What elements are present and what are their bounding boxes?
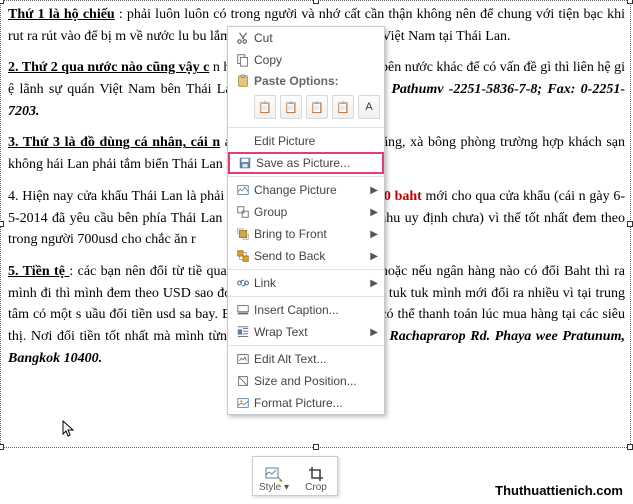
menu-size-position[interactable]: Size and Position... [228, 370, 384, 392]
wrap-text-icon [232, 325, 254, 339]
copy-icon [232, 53, 254, 67]
paste-options-header: Paste Options: [228, 71, 384, 91]
context-menu: Cut Copy Paste Options: 📋 📋 📋 📋 A Edit P… [227, 26, 385, 415]
menu-link[interactable]: Link▶ [228, 272, 384, 294]
menu-change-picture[interactable]: Change Picture▶ [228, 179, 384, 201]
menu-edit-alt-text[interactable]: Edit Alt Text... [228, 348, 384, 370]
send-back-icon [232, 249, 254, 263]
menu-cut[interactable]: Cut [228, 27, 384, 49]
mini-toolbar: Style ▾ Crop [252, 456, 338, 496]
menu-bring-to-front[interactable]: Bring to Front▶ [228, 223, 384, 245]
watermark: Thuthuattienich.com [495, 483, 623, 498]
menu-format-picture[interactable]: Format Picture... [228, 392, 384, 414]
resize-handle[interactable] [627, 444, 633, 450]
alt-text-icon [232, 352, 254, 366]
menu-edit-picture[interactable]: Edit Picture [228, 130, 384, 152]
menu-insert-caption[interactable]: Insert Caption... [228, 299, 384, 321]
change-picture-icon [232, 183, 254, 197]
menu-save-as-picture[interactable]: Save as Picture... [228, 152, 384, 174]
resize-handle[interactable] [0, 444, 4, 450]
link-icon [232, 276, 254, 290]
paste-option-4[interactable]: 📋 [332, 95, 354, 119]
mouse-cursor [62, 420, 76, 438]
save-icon [234, 156, 256, 170]
paste-option-1[interactable]: 📋 [254, 95, 276, 119]
paste-option-2[interactable]: 📋 [280, 95, 302, 119]
menu-send-to-back[interactable]: Send to Back▶ [228, 245, 384, 267]
menu-copy[interactable]: Copy [228, 49, 384, 71]
crop-icon [308, 466, 324, 482]
paste-option-5[interactable]: A [358, 95, 380, 119]
resize-handle[interactable] [313, 444, 319, 450]
size-icon [232, 374, 254, 388]
style-button[interactable]: Style ▾ [253, 457, 295, 495]
style-icon [265, 466, 283, 482]
paste-icon [232, 74, 254, 88]
caption-icon [232, 303, 254, 317]
crop-button[interactable]: Crop [295, 457, 337, 495]
menu-wrap-text[interactable]: Wrap Text▶ [228, 321, 384, 343]
cut-icon [232, 31, 254, 45]
group-icon [232, 205, 254, 219]
paste-options-row: 📋 📋 📋 📋 A [228, 91, 384, 125]
bring-front-icon [232, 227, 254, 241]
paste-option-3[interactable]: 📋 [306, 95, 328, 119]
menu-group[interactable]: Group▶ [228, 201, 384, 223]
format-picture-icon [232, 396, 254, 410]
